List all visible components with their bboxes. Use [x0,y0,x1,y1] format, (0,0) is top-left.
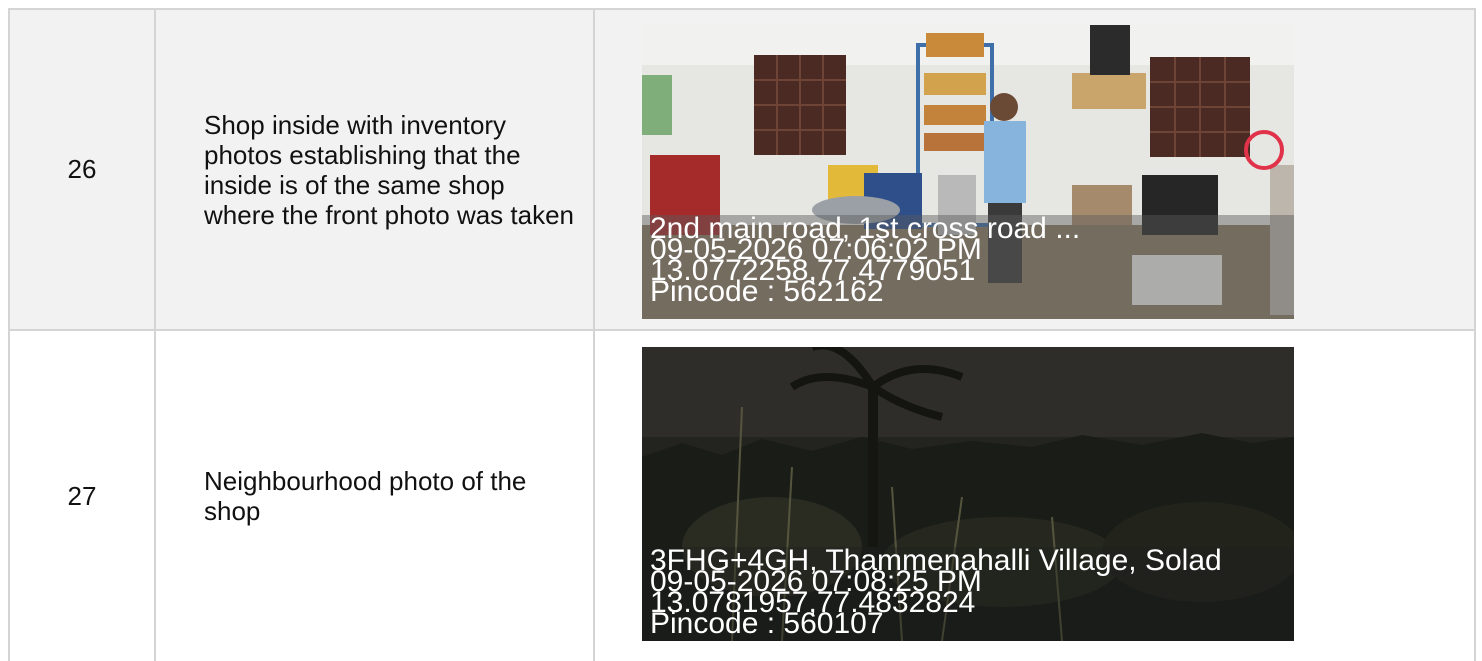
shop-interior-photo: 2nd main road, 1st cross road ... 09-05-… [642,25,1294,319]
photo-geotag-overlay: 3FHG+4GH, Thammenahalli Village, Solad 0… [642,547,1294,641]
row-number: 27 [8,331,154,661]
photo-geotag-overlay: 2nd main road, 1st cross road ... 09-05-… [642,215,1294,319]
neighbourhood-photo: 3FHG+4GH, Thammenahalli Village, Solad 0… [642,347,1294,641]
photo-cell: 2nd main road, 1st cross road ... 09-05-… [593,10,1476,329]
records-table: 26 Shop inside with inventory photos est… [8,8,1476,661]
photo-cell: 3FHG+4GH, Thammenahalli Village, Solad 0… [593,331,1476,661]
row-description: Shop inside with inventory photos establ… [154,10,593,329]
table-row: 27 Neighbourhood photo of the shop 3FHG+… [8,331,1476,661]
row-description: Neighbourhood photo of the shop [154,331,593,661]
row-number: 26 [8,10,154,329]
table-row: 26 Shop inside with inventory photos est… [8,10,1476,331]
